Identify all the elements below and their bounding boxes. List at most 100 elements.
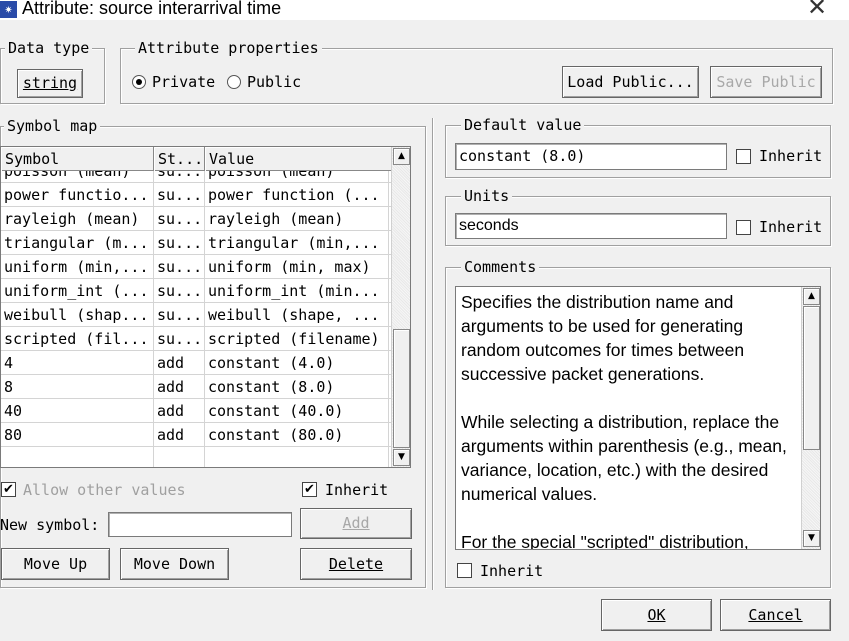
public-radio[interactable] — [227, 75, 241, 89]
cell-symbol: power functio... — [1, 183, 154, 207]
cell-value: constant (8.0) — [205, 375, 389, 399]
scroll-down-icon[interactable]: ▼ — [803, 530, 820, 547]
add-button[interactable]: Add — [300, 508, 412, 539]
cell-value: scripted (filename) — [205, 327, 389, 351]
table-row[interactable]: uniform_int (... su... uniform_int (min... — [1, 279, 394, 303]
column-header-value[interactable]: Value — [205, 147, 394, 171]
table-row[interactable]: 80 add constant (80.0) — [1, 423, 394, 447]
cell-value: uniform_int (min... — [205, 279, 389, 303]
load-public-button[interactable]: Load Public... — [562, 66, 699, 98]
symbol-map-table[interactable]: Symbol St... Value poisson (mean) su... po… — [0, 146, 411, 468]
move-down-button[interactable]: Move Down — [120, 548, 229, 580]
cell-value: weibull (shape, ... — [205, 303, 389, 327]
new-symbol-input[interactable] — [108, 512, 292, 537]
cell-value: rayleigh (mean) — [205, 207, 389, 231]
column-header-status[interactable]: St... — [154, 147, 205, 171]
cancel-button[interactable]: Cancel — [720, 599, 831, 631]
cell-value: power function (... — [205, 183, 389, 207]
private-radio[interactable] — [132, 75, 146, 89]
scroll-up-icon[interactable]: ▲ — [803, 288, 820, 305]
comments-scrollbar[interactable]: ▲ ▼ — [801, 287, 820, 549]
cell-symbol: 4 — [1, 351, 154, 375]
default-value-inherit-label: Inherit — [759, 147, 823, 165]
private-radio-label[interactable]: Private — [152, 73, 215, 91]
units-label: Units — [461, 187, 513, 205]
symbol-map-inherit-checkbox[interactable]: ✔ — [302, 482, 317, 497]
cell-value: constant (40.0) — [205, 399, 389, 423]
cell-status: su... — [154, 279, 205, 303]
cell-symbol: weibull (shap... — [1, 303, 154, 327]
data-type-value[interactable]: string — [17, 69, 83, 98]
new-symbol-label: New symbol: — [0, 516, 100, 534]
data-type-label: Data type — [5, 39, 93, 57]
panel-divider — [432, 118, 434, 590]
app-star-icon: ✷ — [0, 1, 17, 18]
table-row[interactable]: 40 add constant (40.0) — [1, 399, 394, 423]
cell-status: add — [154, 399, 205, 423]
cell-symbol: rayleigh (mean) — [1, 207, 154, 231]
comments-label: Comments — [461, 258, 540, 276]
cell-status: su... — [154, 327, 205, 351]
cell-symbol: 8 — [1, 375, 154, 399]
column-header-symbol[interactable]: Symbol — [1, 147, 154, 171]
cell-symbol: uniform_int (... — [1, 279, 154, 303]
table-row[interactable]: scripted (fil... su... scripted (filename) — [1, 327, 394, 351]
table-row[interactable]: triangular (m... su... triangular (min,... — [1, 231, 394, 255]
cell-status: su... — [154, 171, 205, 183]
symbol-map-label: Symbol map — [4, 117, 101, 135]
scroll-thumb[interactable] — [803, 306, 820, 450]
cell-status: add — [154, 375, 205, 399]
allow-other-values-checkbox[interactable]: ✔ — [1, 482, 16, 497]
table-row[interactable] — [1, 447, 394, 467]
move-up-button[interactable]: Move Up — [1, 548, 110, 580]
window-title: Attribute: source interarrival time — [22, 0, 282, 18]
delete-button[interactable]: Delete — [300, 548, 412, 580]
table-row[interactable]: 4 add constant (4.0) — [1, 351, 394, 375]
cell-status: su... — [154, 255, 205, 279]
scroll-down-icon[interactable]: ▼ — [393, 449, 410, 466]
default-value-label: Default value — [461, 116, 585, 134]
symbol-map-inherit-label: Inherit — [325, 481, 389, 499]
units-inherit-checkbox[interactable] — [736, 220, 751, 235]
scroll-up-icon[interactable]: ▲ — [393, 148, 410, 165]
cell-value: triangular (min,... — [205, 231, 389, 255]
units-input[interactable]: seconds — [455, 213, 727, 239]
comments-text: Specifies the distribution name and argu… — [461, 290, 797, 550]
cell-status: su... — [154, 231, 205, 255]
cell-status: su... — [154, 207, 205, 231]
table-body: poisson (mean) su... poisson (mean) power … — [1, 171, 394, 467]
table-row[interactable]: poisson (mean) su... poisson (mean) — [1, 171, 394, 183]
cell-status: su... — [154, 303, 205, 327]
cell-value — [205, 447, 389, 467]
table-row[interactable]: weibull (shap... su... weibull (shape, ... — [1, 303, 394, 327]
cell-status: add — [154, 423, 205, 447]
cell-status — [154, 447, 205, 467]
save-public-button[interactable]: Save Public — [710, 66, 822, 98]
table-row[interactable]: 8 add constant (8.0) — [1, 375, 394, 399]
cell-value: constant (4.0) — [205, 351, 389, 375]
comments-paragraph: For the special "scripted" distribution, — [461, 532, 749, 550]
default-value-input[interactable]: constant (8.0) — [455, 143, 727, 170]
cell-value: poisson (mean) — [205, 171, 389, 183]
cell-status: add — [154, 351, 205, 375]
attribute-properties-label: Attribute properties — [135, 39, 322, 57]
cell-symbol: triangular (m... — [1, 231, 154, 255]
table-row[interactable]: uniform (min,... su... uniform (min, max) — [1, 255, 394, 279]
comments-paragraph: Specifies the distribution name and argu… — [461, 292, 745, 384]
cell-symbol: poisson (mean) — [1, 171, 154, 183]
cell-symbol: uniform (min,... — [1, 255, 154, 279]
public-radio-label[interactable]: Public — [247, 73, 301, 91]
table-scrollbar[interactable]: ▲ ▼ — [391, 147, 410, 467]
comments-textarea[interactable]: Specifies the distribution name and argu… — [455, 286, 821, 550]
comments-inherit-checkbox[interactable] — [457, 563, 472, 578]
default-value-inherit-checkbox[interactable] — [736, 149, 751, 164]
table-header: Symbol St... Value — [1, 147, 394, 171]
close-icon[interactable]: ✕ — [803, 0, 831, 21]
table-row[interactable]: power functio... su... power function (... — [1, 183, 394, 207]
scroll-thumb[interactable] — [393, 329, 410, 448]
comments-inherit-label: Inherit — [480, 562, 544, 580]
cell-status: su... — [154, 183, 205, 207]
table-row[interactable]: rayleigh (mean) su... rayleigh (mean) — [1, 207, 394, 231]
ok-button[interactable]: OK — [601, 599, 712, 631]
cell-symbol: 80 — [1, 423, 154, 447]
